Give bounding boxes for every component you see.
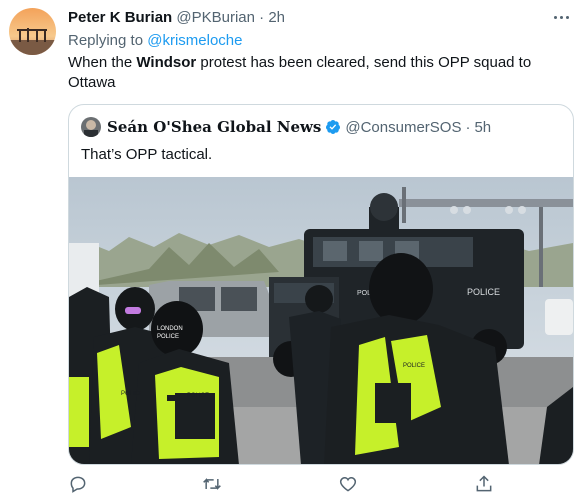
vest-left-text: POLICE [121, 391, 143, 397]
author-handle[interactable]: @PKBurian [176, 9, 255, 26]
replying-prefix: Replying to [68, 32, 148, 49]
tweet-text-before: When the [68, 54, 137, 71]
replying-to: Replying to @krismeloche [68, 31, 242, 50]
quoted-header: Seán O'Shea Global News @ConsumerSOS · 5… [81, 117, 491, 137]
quoted-separator: · [465, 118, 471, 136]
patch-police: POLICE [157, 334, 179, 340]
tweet-actions [68, 474, 498, 494]
quoted-avatar [81, 117, 101, 137]
quoted-author-handle: @ConsumerSOS [345, 118, 462, 136]
replying-handle-link[interactable]: @krismeloche [147, 32, 242, 49]
quoted-tweet[interactable]: Seán O'Shea Global News @ConsumerSOS · 5… [68, 104, 574, 465]
vest-center-text: POLICE [187, 393, 209, 399]
retweet-icon[interactable] [202, 474, 222, 494]
vehicle-police-text: POLICE [467, 287, 500, 297]
tweet-header: Peter K Burian @PKBurian · 2h [68, 8, 285, 27]
like-icon[interactable] [338, 474, 358, 494]
quoted-time: 5h [474, 118, 492, 136]
patch-london: LONDON [157, 326, 183, 332]
quoted-media-photo[interactable]: POLICE POLI LONDON POLICE POLICE POLICE … [69, 177, 573, 464]
quoted-text: That’s OPP tactical. [81, 146, 213, 163]
author-avatar[interactable] [9, 8, 56, 55]
tweet-text-bold: Windsor [136, 54, 197, 71]
share-icon[interactable] [474, 474, 494, 494]
reply-icon[interactable] [68, 474, 88, 494]
header-separator: · [259, 9, 265, 26]
more-options-icon[interactable] [554, 12, 572, 22]
vest-right-text: POLICE [403, 363, 425, 369]
verified-badge-icon [326, 120, 341, 134]
author-name[interactable]: Peter K Burian [68, 9, 172, 26]
quoted-author-name: Seán O'Shea Global News [107, 118, 322, 136]
tweet-text: When the Windsor protest has been cleare… [68, 53, 568, 93]
police-photo: POLICE POLI LONDON POLICE POLICE POLICE … [69, 177, 573, 464]
tweet-time[interactable]: 2h [268, 9, 285, 26]
